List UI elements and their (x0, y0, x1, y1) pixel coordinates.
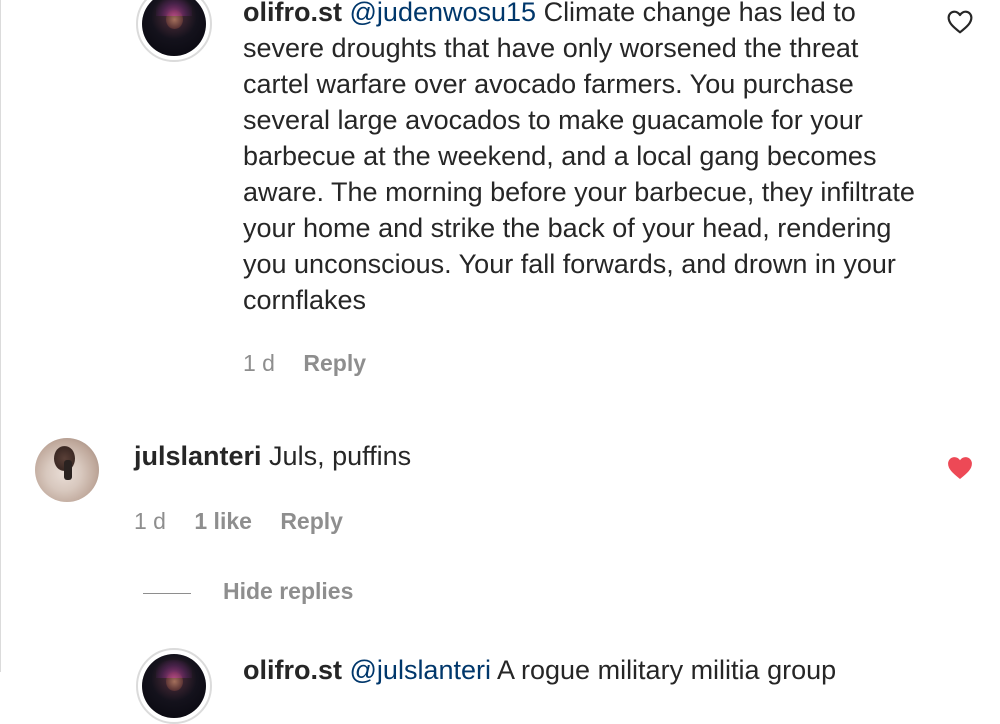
comment-username[interactable]: julslanteri (134, 441, 262, 471)
like-heart-icon[interactable] (947, 10, 973, 34)
avatar[interactable] (142, 654, 206, 718)
like-count[interactable]: 1 like (194, 508, 252, 534)
comment-meta: 1 d Reply (243, 350, 388, 377)
comment-username[interactable]: olifro.st (243, 0, 342, 27)
reply-button[interactable]: Reply (303, 350, 366, 376)
comment-timestamp: 1 d (134, 508, 166, 534)
comment-body: olifro.st @judenwosu15 Climate change ha… (243, 0, 923, 318)
avatar[interactable] (35, 438, 99, 502)
comment-text: A rogue military militia group (490, 655, 837, 685)
comment-timestamp: 1 d (243, 350, 275, 376)
comment-username[interactable]: olifro.st (243, 655, 342, 685)
reply-button[interactable]: Reply (280, 508, 343, 534)
comment-body: olifro.st @julslanteri A rogue military … (243, 652, 923, 688)
comment-mention[interactable]: @judenwosu15 (350, 0, 537, 27)
panel-left-border (0, 0, 1, 672)
liked-heart-icon[interactable] (947, 456, 973, 480)
comment-mention[interactable]: @julslanteri (350, 655, 491, 685)
comment-body: julslanteri Juls, puffins (134, 438, 894, 474)
comment-text: Juls, puffins (261, 441, 412, 471)
comment-meta: 1 d 1 like Reply (134, 508, 365, 535)
hide-replies-button[interactable]: Hide replies (223, 578, 353, 605)
comment-text: Climate change has led to severe drought… (243, 0, 915, 315)
hide-replies-divider (143, 593, 191, 594)
